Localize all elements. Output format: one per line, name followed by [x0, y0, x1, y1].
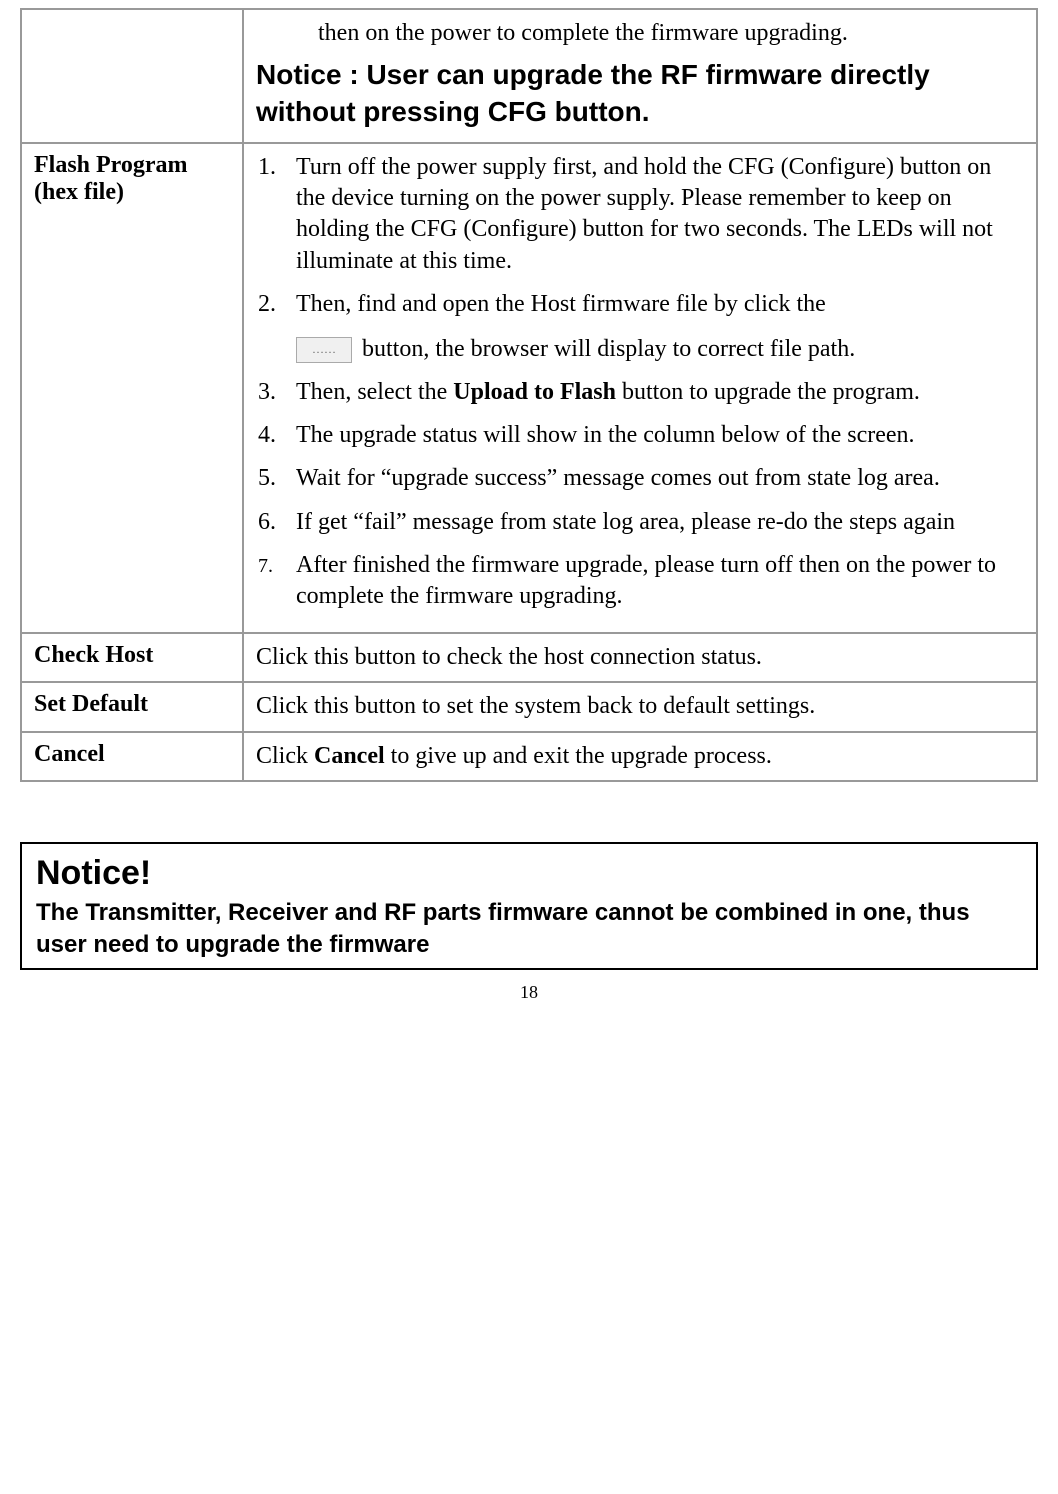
row1-content: then on the power to complete the firmwa…: [243, 9, 1037, 143]
step-4: 4.The upgrade status will show in the co…: [256, 420, 1024, 451]
notice-box: Notice! The Transmitter, Receiver and RF…: [20, 842, 1038, 970]
page-number: 18: [20, 982, 1038, 1003]
step-3: 3. Then, select the Upload to Flash butt…: [256, 377, 1024, 408]
row2-label: Flash Program (hex file): [21, 143, 243, 633]
row3-label: Check Host: [21, 633, 243, 682]
step-6: 6.If get “fail” message from state log a…: [256, 507, 1024, 538]
row3-content: Click this button to check the host conn…: [243, 633, 1037, 682]
step-2: 2. Then, find and open the Host firmware…: [256, 289, 1024, 365]
table-row-check-host: Check Host Click this button to check th…: [21, 633, 1037, 682]
step-1: 1.Turn off the power supply first, and h…: [256, 152, 1024, 277]
notice-body: The Transmitter, Receiver and RF parts f…: [36, 897, 1022, 962]
instructions-table: then on the power to complete the firmwa…: [20, 8, 1038, 782]
row1-partial-step: then on the power to complete the firmwa…: [256, 18, 1024, 49]
row5-content: Click Cancel to give up and exit the upg…: [243, 732, 1037, 781]
row5-label: Cancel: [21, 732, 243, 781]
row4-label: Set Default: [21, 682, 243, 731]
table-row-flash-program: Flash Program (hex file) 1.Turn off the …: [21, 143, 1037, 633]
table-row-cancel: Cancel Click Cancel to give up and exit …: [21, 732, 1037, 781]
flash-steps-list: 1.Turn off the power supply first, and h…: [256, 152, 1024, 612]
table-row-set-default: Set Default Click this button to set the…: [21, 682, 1037, 731]
notice-title: Notice!: [36, 854, 1022, 893]
row1-label-empty: [21, 9, 243, 143]
row4-content: Click this button to set the system back…: [243, 682, 1037, 731]
step-5: 5.Wait for “upgrade success” message com…: [256, 463, 1024, 494]
step-7: 7.After finished the firmware upgrade, p…: [256, 550, 1024, 612]
row1-notice: Notice : User can upgrade the RF firmwar…: [256, 57, 1024, 130]
browse-button-icon[interactable]: ……: [296, 337, 352, 363]
row2-content: 1.Turn off the power supply first, and h…: [243, 143, 1037, 633]
table-row-rf-firmware: then on the power to complete the firmwa…: [21, 9, 1037, 143]
